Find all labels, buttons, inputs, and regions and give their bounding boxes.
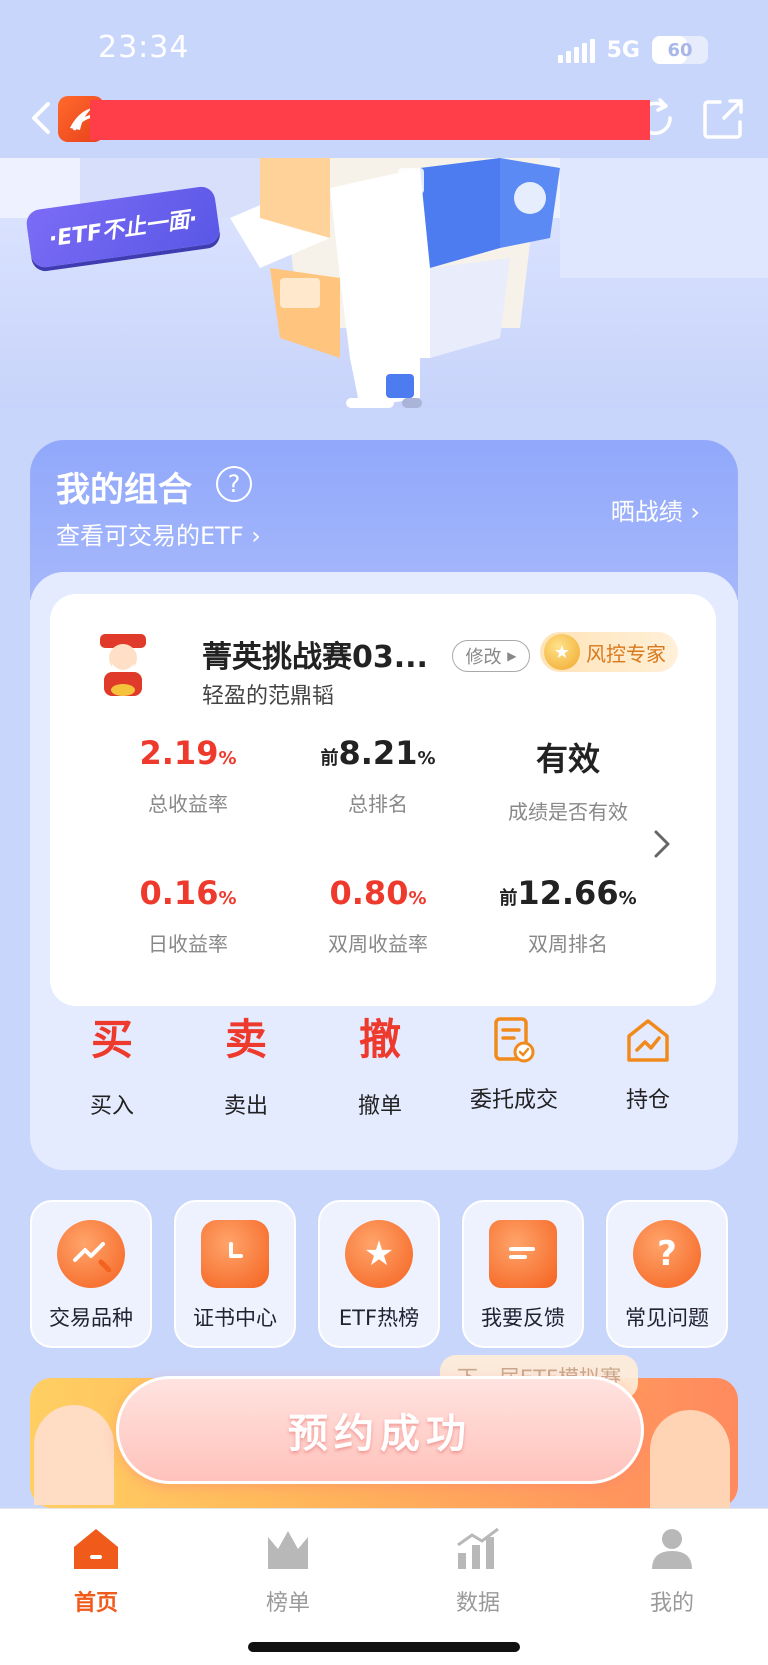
- portfolio-panel: 我的组合 ? 查看可交易的ETF › 晒战绩 › 菁英挑战赛03... 修改 ▶…: [30, 440, 738, 1170]
- clock-icon: [201, 1220, 269, 1288]
- cartoon-girl-image: [34, 1405, 114, 1505]
- holdings-button[interactable]: 持仓: [588, 1010, 708, 1114]
- avatar: [100, 634, 146, 696]
- tab-mine[interactable]: 我的: [612, 1525, 732, 1617]
- status-time: 23:34: [98, 30, 190, 65]
- sell-button[interactable]: 卖 卖出: [186, 1010, 306, 1120]
- carousel-dot: [402, 398, 422, 408]
- play-icon: ▶: [507, 649, 517, 663]
- stat-daily-return: 0.16% 日收益率: [139, 874, 237, 956]
- shortcut-faq[interactable]: ? 常见问题: [606, 1200, 728, 1348]
- cube-illustration: [0, 158, 768, 408]
- bar-chart-icon: [457, 1527, 499, 1569]
- chevron-right-icon: ›: [251, 522, 261, 550]
- carousel-dots: [0, 398, 768, 408]
- status-icons: 5G 60: [557, 36, 708, 64]
- battery-icon: 60: [652, 36, 708, 64]
- help-icon[interactable]: ?: [216, 466, 252, 502]
- portfolio-title: 我的组合: [56, 470, 192, 510]
- carousel-dot-active: [346, 398, 394, 408]
- orders-button[interactable]: 委托成交: [454, 1010, 574, 1114]
- network-type: 5G: [606, 37, 640, 63]
- trade-actions: 买 买入 卖 卖出 撤 撤单 委托成交 持仓: [30, 1010, 738, 1130]
- question-icon: ?: [633, 1220, 701, 1288]
- tab-ranking[interactable]: 榜单: [228, 1525, 348, 1617]
- stat-total-rank: 前8.21% 总排名: [320, 734, 436, 816]
- share-results-link[interactable]: 晒战绩 ›: [611, 492, 700, 527]
- trend-icon: [57, 1220, 125, 1288]
- chevron-right-icon[interactable]: [650, 826, 674, 862]
- modify-button[interactable]: 修改 ▶: [452, 640, 530, 672]
- reservation-success-button[interactable]: 预约成功: [116, 1376, 644, 1484]
- competition-name: 菁英挑战赛03...: [202, 640, 428, 675]
- chevron-right-icon: ›: [690, 498, 700, 526]
- tab-data[interactable]: 数据: [418, 1525, 538, 1617]
- medal-icon: ★: [544, 634, 580, 670]
- crown-icon: [268, 1531, 308, 1569]
- order-document-icon: [494, 1017, 535, 1063]
- shortcut-certificate-center[interactable]: 证书中心: [174, 1200, 296, 1348]
- home-icon: [74, 1529, 118, 1569]
- user-icon: [652, 1529, 692, 1569]
- risk-expert-badge: ★ 风控专家: [540, 632, 678, 672]
- tradable-etf-link[interactable]: 查看可交易的ETF ›: [56, 516, 261, 551]
- cartoon-boy-image: [650, 1410, 730, 1510]
- cancel-order-button[interactable]: 撤 撤单: [320, 1010, 440, 1120]
- signal-icon: [557, 37, 595, 63]
- user-nickname: 轻盈的范鼎韬: [202, 684, 335, 709]
- promo-strip: [90, 100, 650, 140]
- stats-card[interactable]: 菁英挑战赛03... 修改 ▶ ★ 风控专家 轻盈的范鼎韬 2.19% 总收益率…: [50, 594, 716, 1006]
- back-icon[interactable]: [24, 98, 60, 138]
- promo-banner-carousel[interactable]: [0, 158, 768, 408]
- stat-total-return: 2.19% 总收益率: [139, 734, 237, 816]
- tab-home[interactable]: 首页: [36, 1525, 156, 1617]
- shortcut-trading-products[interactable]: 交易品种: [30, 1200, 152, 1348]
- stat-biweekly-return: 0.80% 双周收益率: [328, 874, 428, 956]
- stat-biweekly-rank: 前12.66% 双周排名: [499, 874, 637, 956]
- home-indicator: [248, 1642, 520, 1652]
- medal-icon: ★: [345, 1220, 413, 1288]
- feedback-icon: [489, 1220, 557, 1288]
- shortcut-feedback[interactable]: 我要反馈: [462, 1200, 584, 1348]
- share-icon[interactable]: [700, 96, 746, 142]
- shortcut-etf-hot-list[interactable]: ★ ETF热榜: [318, 1200, 440, 1348]
- buy-button[interactable]: 买 买入: [52, 1010, 172, 1120]
- house-chart-icon: [627, 1019, 669, 1062]
- stat-validity: 有效 成绩是否有效: [508, 740, 628, 824]
